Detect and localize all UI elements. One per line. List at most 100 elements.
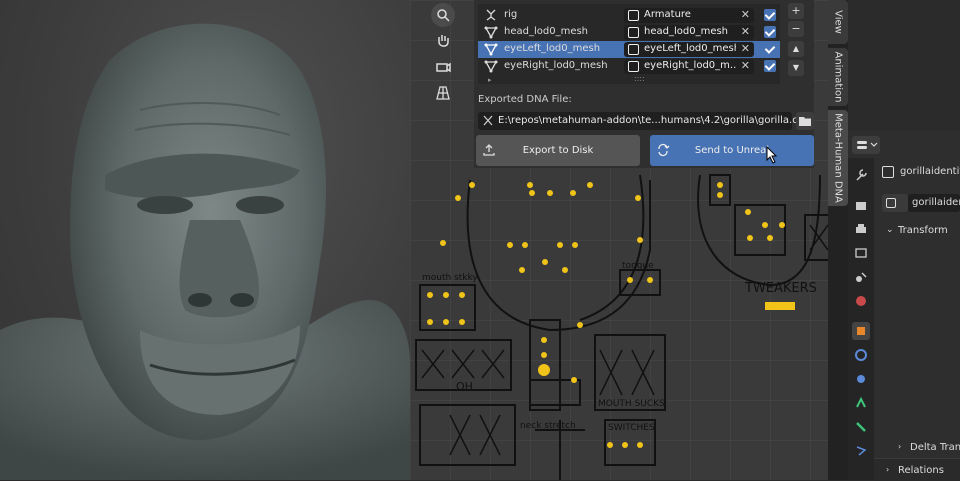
mouse-cursor-icon (766, 146, 778, 164)
constraint-icon (856, 422, 866, 432)
scene-icon (856, 272, 867, 282)
export-label: Export to Disk (522, 145, 594, 156)
relations-header: Relations (898, 465, 944, 476)
enable-checkbox[interactable] (764, 26, 776, 38)
dna-file-label: Exported DNA File: (478, 94, 572, 105)
clear-icon[interactable]: ✕ (741, 8, 750, 21)
delta-transform-header[interactable]: Delta Trans (910, 442, 960, 453)
data-tab[interactable] (852, 442, 870, 460)
data-icon (856, 446, 867, 456)
list-item-rig[interactable]: rig Armature ✕ (478, 7, 780, 24)
rig-label-tongue: tongue (622, 261, 654, 271)
tool-tab[interactable] (852, 166, 870, 184)
particles-icon (857, 375, 865, 383)
cube-icon (628, 44, 639, 55)
remove-item-button[interactable]: − (788, 21, 804, 37)
export-to-disk-button[interactable]: Export to Disk (476, 135, 640, 166)
rig-label-switches: SWITCHES (608, 423, 655, 433)
clear-icon[interactable]: ✕ (741, 42, 750, 55)
object-field[interactable]: Armature ✕ (624, 8, 754, 23)
send-to-unreal-button[interactable]: Send to Unreal (650, 135, 814, 166)
move-up-button[interactable]: ▲ (788, 41, 804, 57)
output-tab[interactable] (852, 220, 870, 238)
folder-icon (799, 117, 811, 126)
constraints-tab[interactable] (852, 418, 870, 436)
cube-icon (628, 10, 639, 21)
list-item-eye-right[interactable]: eyeRight_lod0_mesh eyeRight_lod0_m... ✕ (478, 58, 780, 75)
modifier-icon (855, 349, 867, 361)
enable-checkbox[interactable] (764, 60, 776, 72)
grid-icon (436, 86, 450, 100)
armature-icon (486, 9, 496, 21)
render-tab[interactable] (852, 196, 870, 214)
dna-file-field[interactable]: E:\repos\metahuman-addon\te...humans\4.2… (478, 112, 811, 130)
perspective-toggle[interactable] (431, 81, 455, 105)
printer-icon (856, 224, 866, 233)
list-resize-handle[interactable]: :::: (634, 74, 645, 83)
tab-meta-human-dna[interactable]: Meta-Human DNA (828, 110, 848, 206)
gorilla-head-image (0, 23, 410, 480)
view-layer-tab[interactable] (852, 244, 870, 262)
data-type-dropdown[interactable] (882, 194, 908, 212)
rig-label-oh: OH (456, 380, 473, 393)
tab-animation[interactable]: Animation (828, 48, 848, 106)
enable-checkbox[interactable] (764, 9, 776, 21)
object-field[interactable]: eyeLeft_lod0_mesh ✕ (624, 42, 754, 57)
scene-tab[interactable] (852, 268, 870, 286)
camera-back-icon (856, 202, 866, 210)
editor-type-dropdown[interactable] (852, 136, 880, 154)
pan-tool[interactable] (431, 29, 455, 53)
object-tab[interactable] (852, 322, 870, 340)
object-icon (857, 327, 865, 335)
physics-icon (856, 396, 866, 408)
zoom-tool[interactable] (431, 3, 455, 27)
metahuman-dna-panel: rig Armature ✕ head_lod0_mesh head_lod0_m… (474, 0, 814, 168)
object-name: eyeRight_lod0_mesh (504, 60, 608, 71)
cube-icon (628, 61, 639, 72)
particles-tab[interactable] (852, 370, 870, 388)
mesh-icon (484, 43, 498, 56)
list-item-eye-left[interactable]: eyeLeft_lod0_mesh eyeLeft_lod0_mesh ✕ (478, 41, 780, 58)
rig-label-neck: neck stretch (520, 421, 576, 431)
object-name: head_lod0_mesh (504, 26, 589, 37)
file-link-icon (483, 115, 493, 126)
rig-label-mouth-sucks: MOUTH SUCKS (598, 399, 665, 409)
rig-label-mouth: mouth stkky (422, 273, 478, 283)
camera-tool[interactable] (431, 55, 455, 79)
object-field[interactable]: eyeRight_lod0_m... ✕ (624, 59, 754, 74)
physics-tab[interactable] (852, 394, 870, 412)
tab-view[interactable]: View (828, 0, 848, 44)
globe-icon (856, 296, 866, 306)
image-icon (855, 248, 867, 258)
modifier-tab[interactable] (852, 346, 870, 364)
send-label: Send to Unreal (694, 145, 770, 156)
delta-expand-icon[interactable]: › (898, 442, 901, 451)
mesh-data-icon (886, 198, 896, 208)
object-field[interactable]: head_lod0_mesh ✕ (624, 25, 754, 40)
browse-folder-button[interactable] (796, 112, 814, 130)
gorilla-render (0, 0, 410, 480)
wrench-icon (856, 169, 867, 181)
add-item-button[interactable]: + (788, 3, 804, 19)
transform-expand-icon[interactable]: ⌄ (886, 225, 894, 235)
relations-panel[interactable]: › Relations (874, 458, 960, 481)
magnifier-icon (437, 9, 450, 22)
data-name-field[interactable]: gorillaiden (908, 194, 960, 212)
world-tab[interactable] (852, 292, 870, 310)
transform-panel-header[interactable]: Transform (898, 225, 948, 236)
mesh-icon (484, 60, 498, 73)
clear-icon[interactable]: ✕ (741, 59, 750, 72)
list-item-head[interactable]: head_lod0_mesh head_lod0_mesh ✕ (478, 24, 780, 41)
enable-checkbox[interactable] (764, 43, 776, 55)
editor-type-icon (857, 141, 878, 149)
camera-icon (436, 62, 451, 73)
relations-expand-icon: › (886, 465, 890, 474)
cube-icon (628, 27, 639, 38)
object-list[interactable]: rig Armature ✕ head_lod0_mesh head_lod0_m… (478, 4, 780, 84)
clear-icon[interactable]: ✕ (741, 25, 750, 38)
list-expand-icon[interactable]: ▸ (488, 76, 492, 84)
object-name-label: gorillaidentity (900, 166, 960, 177)
move-down-button[interactable]: ▼ (788, 60, 804, 76)
sync-icon (658, 143, 670, 157)
hand-icon (438, 35, 449, 47)
